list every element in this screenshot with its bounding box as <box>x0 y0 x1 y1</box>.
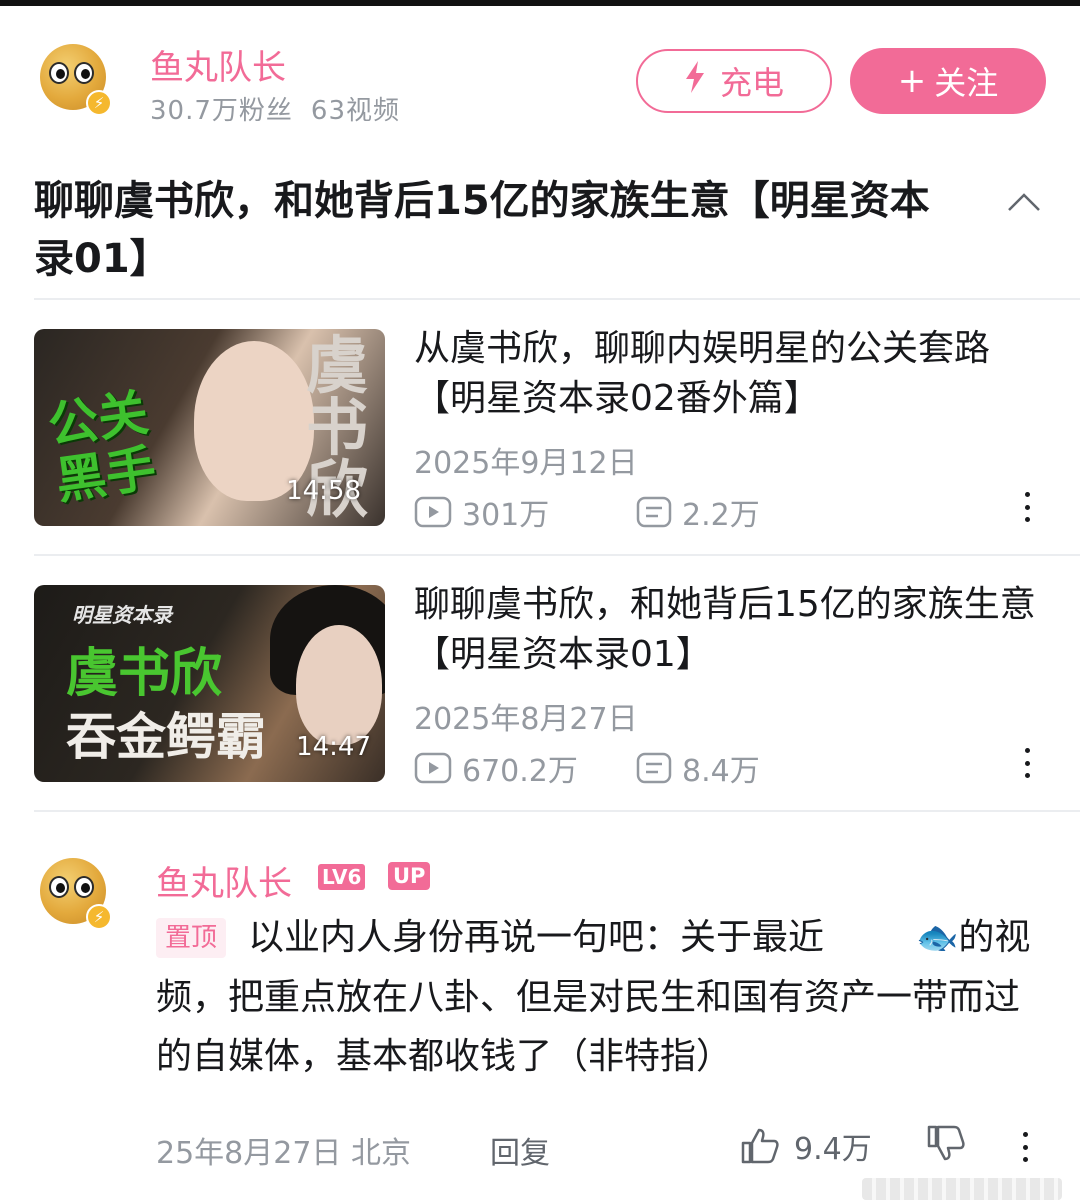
lightning-badge-icon: ⚡ <box>86 904 112 930</box>
collection-title: 聊聊虞书欣，和她背后15亿的家族生意【明星资本录01】 <box>34 178 930 282</box>
thumbnail-series-caption: 明星资本录 <box>72 603 172 627</box>
like-count: 9.4万 <box>794 1132 872 1167</box>
video-duration: 14:47 <box>296 732 371 762</box>
video-date: 2025年9月12日 <box>414 446 638 481</box>
chevron-up-icon[interactable] <box>1006 186 1042 216</box>
plus-icon: + <box>897 61 927 101</box>
more-options-icon[interactable] <box>1019 1132 1031 1162</box>
play-icon <box>414 752 452 784</box>
avatar-eye <box>49 62 69 84</box>
comment-text: 以业内人身份再说一句吧：关于最近 🐟的视频，把重点放在八卦、但是对民生和国有资产一… <box>156 908 1046 1086</box>
up-badge: UP <box>388 862 431 890</box>
more-options-icon[interactable] <box>1021 748 1033 778</box>
charge-button[interactable]: 充电 <box>636 49 832 113</box>
fish-emoji-icon: 🐟 <box>916 918 959 958</box>
danmaku-count: 2.2万 <box>636 490 760 534</box>
comment-author[interactable]: 鱼丸队长 <box>156 856 292 905</box>
play-icon <box>414 496 452 528</box>
follower-count: 30.7万粉丝 <box>150 96 293 126</box>
reply-button[interactable]: 回复 <box>490 1128 550 1172</box>
danmaku-icon <box>636 752 672 784</box>
comment-time-location: 25年8月27日 北京 <box>156 1136 411 1171</box>
danmaku-count: 8.4万 <box>636 746 760 790</box>
avatar-eye <box>49 876 69 898</box>
view-count: 670.2万 <box>414 746 578 790</box>
follow-label: 关注 <box>934 64 999 102</box>
video-thumbnail[interactable]: 公关 黑手 虞书欣 14:58 <box>34 329 385 526</box>
lightning-icon <box>684 61 706 101</box>
follow-button[interactable]: + 关注 <box>850 48 1046 114</box>
danmaku-icon <box>636 496 672 528</box>
uploader-name[interactable]: 鱼丸队长 <box>150 40 286 89</box>
video-thumbnail[interactable]: 明星资本录 虞书欣 吞金鳄霸 14:47 <box>34 585 385 782</box>
video-duration: 14:58 <box>286 476 361 506</box>
thumbnail-portrait <box>296 625 382 745</box>
divider <box>34 554 1080 556</box>
thumbnail-caption: 公关 黑手 <box>44 383 160 511</box>
thumbs-up-icon <box>741 1128 779 1164</box>
video-title[interactable]: 从虞书欣，聊聊内娱明星的公关套路【明星资本录02番外篇】 <box>414 324 1054 424</box>
comment-avatar[interactable]: ⚡ <box>40 858 112 930</box>
avatar-eye <box>74 62 94 84</box>
charge-label: 充电 <box>719 64 784 102</box>
video-count: 63视频 <box>310 96 400 126</box>
thumbnail-caption-name: 虞书欣 <box>66 644 223 704</box>
watermark <box>862 1178 1062 1200</box>
thumbnail-caption-headline: 吞金鳄霸 <box>66 708 266 766</box>
level-badge: LV6 <box>318 864 366 890</box>
more-options-icon[interactable] <box>1021 492 1033 522</box>
divider <box>34 810 1080 812</box>
like-button[interactable]: 9.4万 <box>740 1124 872 1168</box>
thumbs-down-icon[interactable] <box>926 1124 966 1166</box>
top-edge-bar <box>0 0 1080 6</box>
video-title[interactable]: 聊聊虞书欣，和她背后15亿的家族生意【明星资本录01】 <box>414 580 1054 680</box>
uploader-stats: 30.7万粉丝 63视频 <box>150 90 400 127</box>
uploader-avatar[interactable]: ⚡ <box>40 44 112 116</box>
divider <box>34 298 1080 300</box>
video-date: 2025年8月27日 <box>414 702 638 737</box>
lightning-badge-icon: ⚡ <box>86 90 112 116</box>
view-count: 301万 <box>414 490 549 534</box>
avatar-eye <box>74 876 94 898</box>
